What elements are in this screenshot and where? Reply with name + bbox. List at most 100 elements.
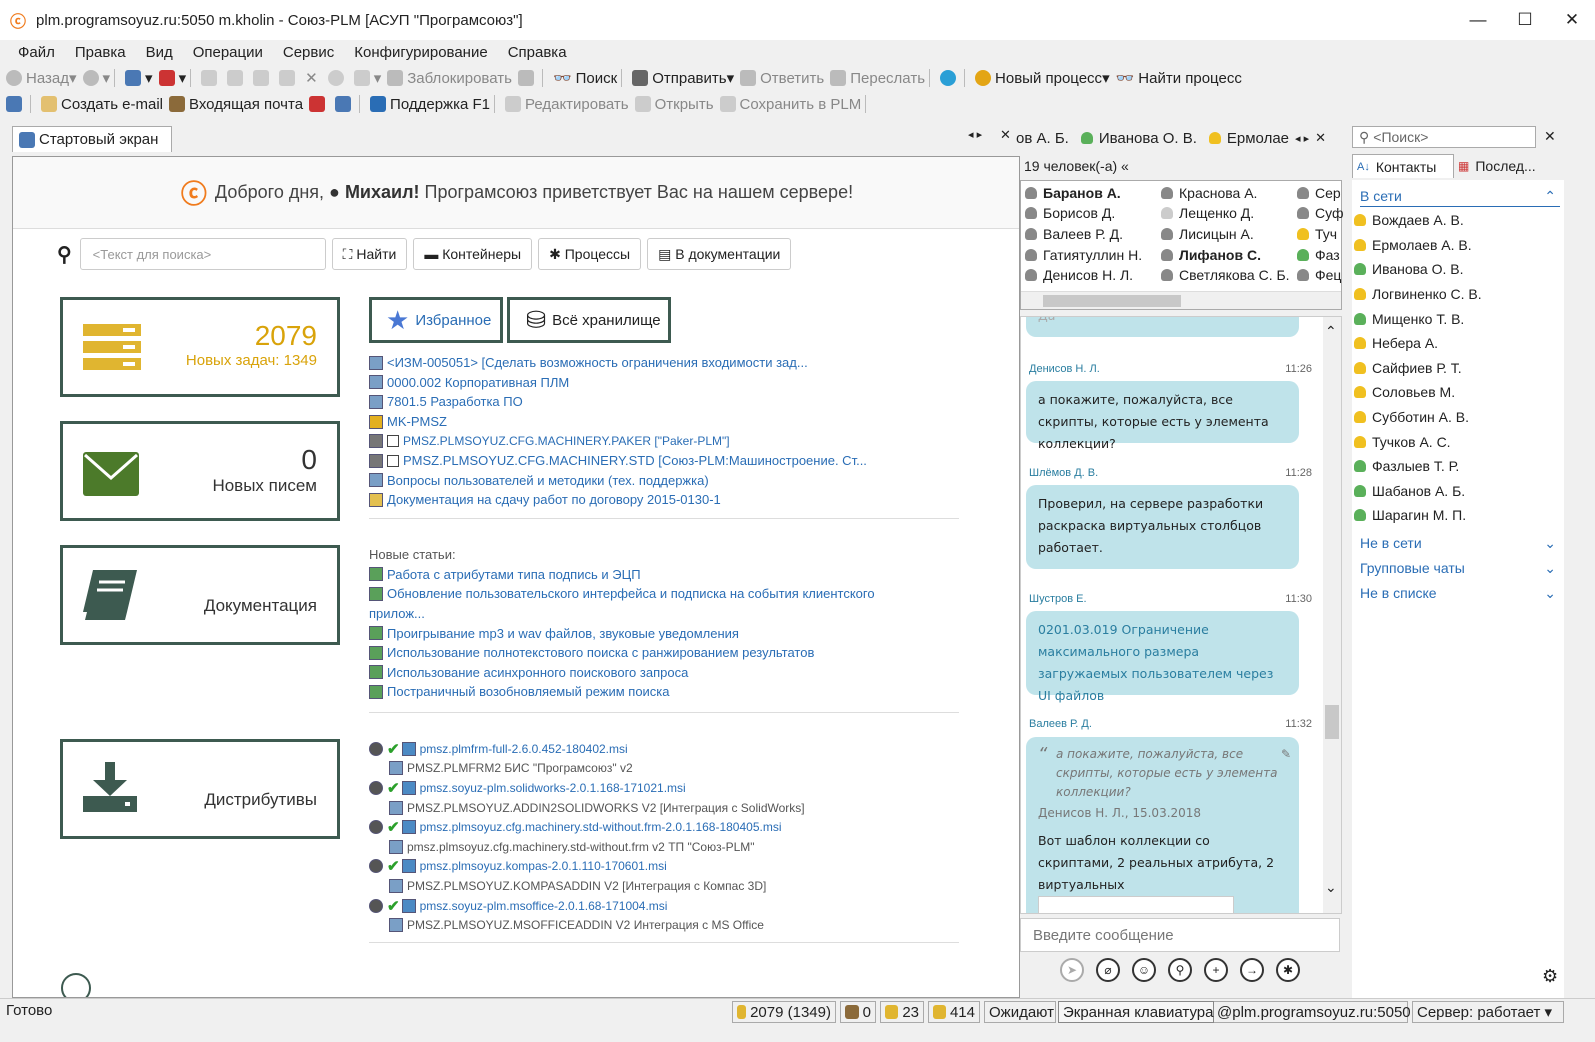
list-item[interactable]: <ИЗМ-005051> [Сделать возможность ограни…: [369, 353, 959, 373]
move-button[interactable]: [201, 70, 221, 86]
list-item[interactable]: PMSZ.PLMSOYUZ.CFG.MACHINERY.STD [Союз-PL…: [369, 451, 959, 471]
maximize-button[interactable]: ☐: [1502, 0, 1548, 40]
add-user-icon[interactable]: +: [1204, 958, 1228, 982]
menu-edit[interactable]: Правка: [75, 44, 126, 61]
member-item[interactable]: Валеев Р. Д.: [1025, 226, 1123, 242]
list-item[interactable]: ✔ pmsz.plmfrm-full-2.6.0.452-180402.msi: [369, 739, 959, 759]
item-checkbox[interactable]: [387, 454, 399, 467]
member-item[interactable]: Краснова А.: [1161, 185, 1257, 201]
list-item[interactable]: PMSZ.PLMSOYUZ.CFG.MACHINERY.PAKER ["Pake…: [369, 431, 959, 451]
member-item[interactable]: Лифанов С.: [1161, 247, 1261, 263]
contact-item[interactable]: Тучков А. С.: [1354, 434, 1451, 450]
save-plm-button[interactable]: Сохранить в PLM: [719, 96, 861, 113]
attach-icon[interactable]: ⌀: [1096, 958, 1120, 982]
close-panel-icon[interactable]: ✕: [1544, 128, 1556, 145]
tabs-nav-icon[interactable]: ◂ ▸: [968, 128, 982, 141]
scrollbar-thumb[interactable]: [1325, 705, 1339, 739]
tab-recent[interactable]: ▦ Послед...: [1458, 154, 1536, 178]
all-storage-tab[interactable]: ⛁ Всё хранилище: [507, 297, 671, 343]
edit-button[interactable]: Редактировать: [504, 96, 629, 113]
contact-item[interactable]: Соловьев М.: [1354, 384, 1455, 400]
search-toolbar-button[interactable]: 👓 Поиск: [553, 69, 617, 88]
list-item[interactable]: 7801.5 Разработка ПО: [369, 392, 959, 412]
unlock-button[interactable]: [517, 70, 538, 86]
tab-start-screen[interactable]: Стартовый экран: [12, 126, 172, 152]
chat-tab[interactable]: Иванова О. В.: [1080, 130, 1197, 147]
contact-item[interactable]: Иванова О. В.: [1354, 261, 1464, 277]
minimize-button[interactable]: —: [1455, 0, 1501, 40]
status-server-address[interactable]: @plm.programsoyuz.ru:5050: [1212, 1001, 1411, 1023]
status-mail[interactable]: 0: [840, 1001, 876, 1023]
list-item[interactable]: ✔ pmsz.plmsoyuz.kompas-2.0.1.110-170601.m…: [369, 857, 959, 877]
open-button[interactable]: Открыть: [634, 96, 714, 113]
chat-settings-icon[interactable]: ✱: [1276, 958, 1300, 982]
attachment-thumbnail[interactable]: [1038, 896, 1234, 913]
containers-button[interactable]: ▬ Контейнеры: [413, 238, 533, 270]
member-item[interactable]: Туч: [1297, 226, 1337, 242]
menu-help[interactable]: Справка: [508, 44, 567, 61]
close-window-button[interactable]: ✕: [1549, 0, 1595, 40]
scroll-up-icon[interactable]: ⌃: [1325, 323, 1337, 340]
status-notifications[interactable]: 23: [880, 1001, 924, 1023]
list-item[interactable]: PMSZ.PLMFRM2 БИС "Програмсоюз" v2: [369, 759, 959, 779]
tasks-tile[interactable]: 2079 Новых задач: 1349: [60, 297, 340, 397]
find-process-button[interactable]: 👓 Найти процесс: [1116, 69, 1242, 88]
list-item[interactable]: Проигрывание mp3 и wav файлов, звуковые …: [369, 623, 959, 643]
member-item[interactable]: Гатиятуллин Н.: [1025, 247, 1142, 263]
back-button[interactable]: Назад ▾: [6, 69, 77, 87]
list-item[interactable]: ✔ pmsz.soyuz-plm.msoffice-2.0.1.68-171004…: [369, 896, 959, 916]
contact-item[interactable]: Сайфиев Р. Т.: [1354, 360, 1462, 376]
section-group-chats[interactable]: Групповые чаты ⌄: [1360, 560, 1556, 577]
properties-button[interactable]: [327, 70, 348, 86]
menu-file[interactable]: Файл: [18, 44, 55, 61]
contact-item[interactable]: Мищенко Т. В.: [1354, 311, 1464, 327]
in-docs-button[interactable]: ▤ В документации: [647, 238, 792, 270]
contact-item[interactable]: Небера А.: [1354, 335, 1438, 351]
member-item[interactable]: Борисов Д.: [1025, 205, 1115, 221]
new-process-button[interactable]: Новый процесс ▾: [975, 69, 1110, 87]
list-item[interactable]: Использование асинхронного поискового за…: [369, 663, 959, 683]
list-item[interactable]: Постраничный возобновляемый режим поиска: [369, 682, 959, 702]
list-item[interactable]: Работа с атрибутами типа подпись и ЭЦП: [369, 565, 959, 585]
item-checkbox[interactable]: [387, 435, 399, 448]
report-button[interactable]: [335, 96, 355, 112]
list-item[interactable]: Обновление пользовательского интерфейса …: [369, 584, 959, 604]
message-bubble[interactable]: 0201.03.019 Ограничение максимального ра…: [1026, 611, 1299, 703]
status-server-state[interactable]: Сервер: работает ▾: [1412, 1001, 1564, 1023]
scroll-down-icon[interactable]: ⌄: [1325, 879, 1337, 896]
section-offline[interactable]: Не в сети ⌄: [1360, 535, 1556, 552]
contact-item[interactable]: Вождаев А. В.: [1354, 212, 1464, 228]
list-item[interactable]: PMSZ.PLMSOYUZ.KOMPASADDIN V2 [Интеграция…: [369, 876, 959, 896]
list-item[interactable]: pmsz.plmsoyuz.cfg.machinery.std-without.…: [369, 837, 959, 857]
contact-item[interactable]: Фазлыев Т. Р.: [1354, 458, 1459, 474]
list-item[interactable]: Документация на сдачу работ по договору …: [369, 490, 959, 510]
status-tasks[interactable]: 2079 (1349): [732, 1001, 836, 1023]
member-item[interactable]: Фаз: [1297, 247, 1340, 263]
send-plane-icon[interactable]: ➤: [1060, 958, 1084, 982]
favorites-tab[interactable]: ★ Избранное: [369, 297, 503, 343]
support-button[interactable]: Поддержка F1: [370, 96, 490, 113]
contact-item[interactable]: Шарагин М. П.: [1354, 507, 1466, 523]
mail-tile[interactable]: 0 Новых писем: [60, 421, 340, 521]
settings-gear-icon[interactable]: ⚙: [1542, 966, 1558, 987]
new-doc-button[interactable]: ▾: [125, 69, 153, 87]
message-bubble[interactable]: “ а покажите, пожалуйста, все скрипты, ко…: [1026, 737, 1299, 913]
list-item[interactable]: 0000.002 Корпоративная ПЛМ: [369, 373, 959, 393]
tab-contacts[interactable]: A↓ Контакты: [1352, 154, 1454, 178]
section-online[interactable]: В сети ⌃: [1360, 188, 1556, 205]
contacts-search-input[interactable]: ⚲ <Поиск>: [1352, 126, 1536, 148]
copy-button[interactable]: [227, 70, 247, 86]
horizontal-scrollbar[interactable]: [1021, 291, 1341, 309]
forward-button[interactable]: Переслать: [830, 70, 925, 87]
member-item[interactable]: Сер: [1297, 185, 1341, 201]
emoji-icon[interactable]: ☺: [1132, 958, 1156, 982]
chat-tab[interactable]: Ермолае: [1208, 130, 1289, 147]
list-item[interactable]: ✔ pmsz.plmsoyuz.cfg.machinery.std-without…: [369, 817, 959, 837]
home-button[interactable]: [6, 96, 26, 112]
chat-tabs-nav-icon[interactable]: ◂ ▸: [1295, 132, 1309, 145]
menu-service[interactable]: Сервис: [283, 44, 334, 61]
section-not-in-list[interactable]: Не в списке ⌄: [1360, 585, 1556, 602]
list-item[interactable]: PMSZ.PLMSOYUZ.ADDIN2SOLIDWORKS V2 [Интег…: [369, 798, 959, 818]
send-button[interactable]: Отправить ▾: [632, 69, 734, 87]
contact-item[interactable]: Шабанов А. Б.: [1354, 483, 1465, 499]
